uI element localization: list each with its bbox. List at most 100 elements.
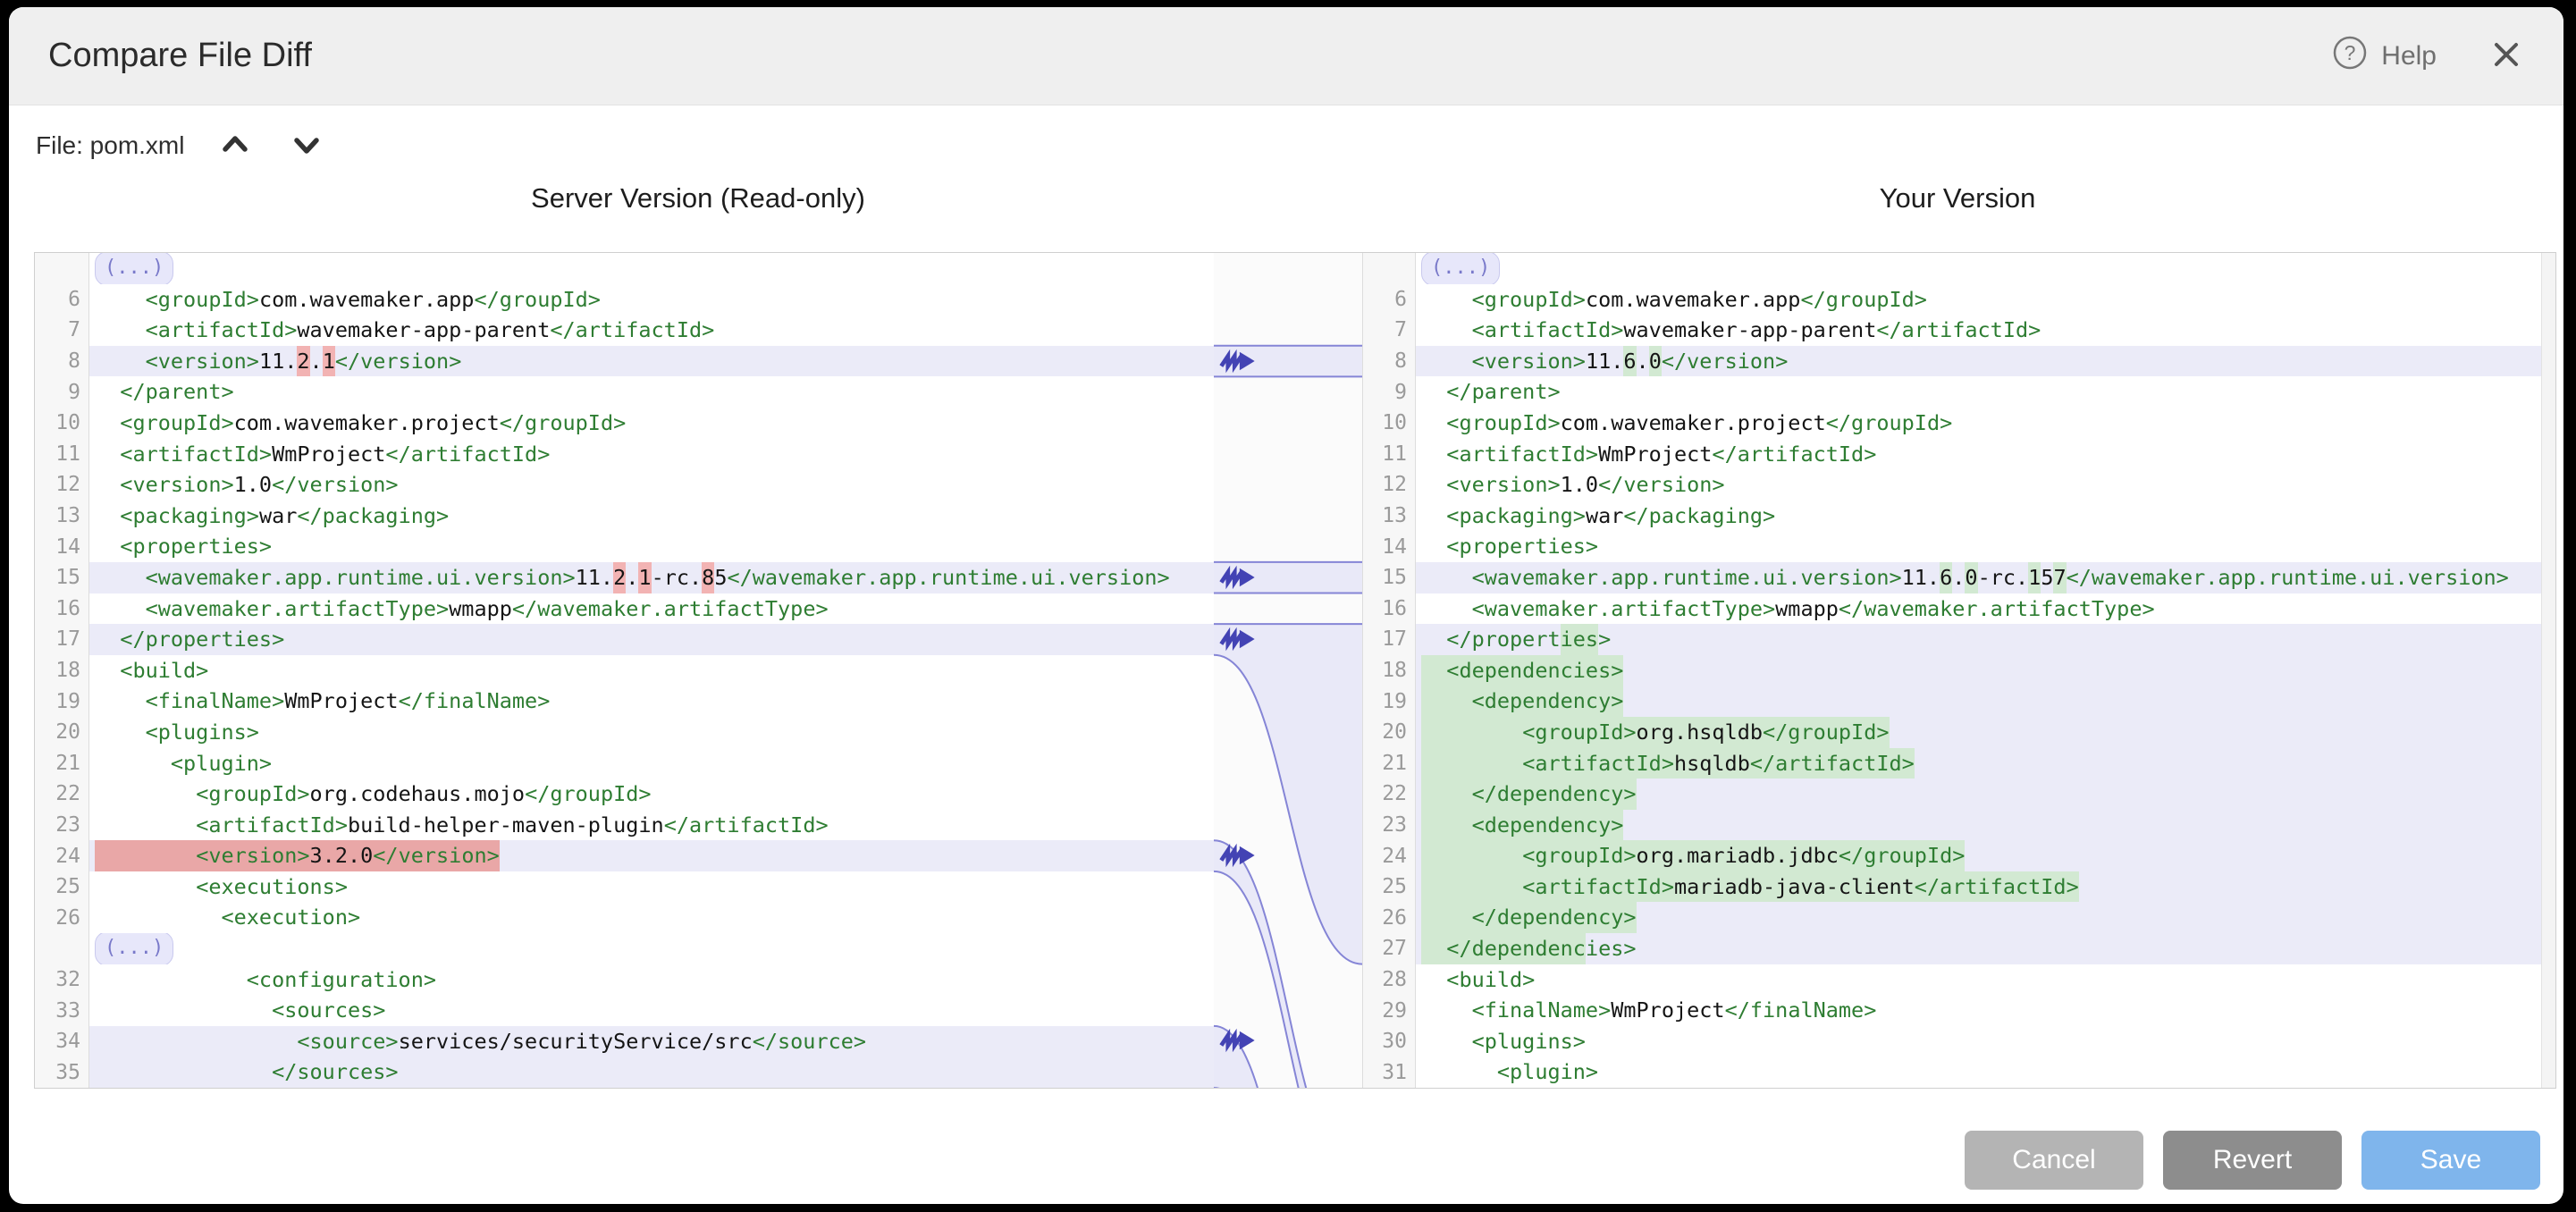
collapsed-region-badge[interactable]: (...) [89,933,1214,964]
code-line[interactable]: <dependency> [1416,686,2541,717]
code-line[interactable]: <artifactId>mariadb-java-client</artifac… [1416,871,2541,903]
line-number: 17 [35,624,88,655]
code-line: <sources> [89,995,1214,1026]
code-line[interactable]: <dependencies> [1416,655,2541,686]
line-number: 32 [35,964,88,996]
code-line: <configuration> [89,964,1214,996]
server-version-code-pane: (...) <groupId>com.wavemaker.app</groupI… [89,253,1214,1088]
collapsed-region-badge[interactable]: (...) [1416,253,2541,284]
line-number: 6 [35,284,88,316]
line-number: 7 [35,315,88,346]
code-line: <build> [89,655,1214,686]
code-line: <artifactId>wavemaker-app-parent</artifa… [89,315,1214,346]
code-line[interactable]: </dependencies> [1416,933,2541,964]
line-number: 8 [1363,346,1415,377]
line-number: 24 [1363,840,1415,871]
vertical-scrollbar[interactable] [2541,253,2555,1088]
line-number: 9 [35,376,88,408]
code-line[interactable]: <artifactId>WmProject</artifactId> [1416,439,2541,470]
chevron-up-icon [218,128,252,164]
code-line: <version>11.2.1</version> [89,346,1214,377]
merge-arrow-button[interactable] [1218,349,1258,374]
code-line: <groupId>org.codehaus.mojo</groupId> [89,779,1214,810]
help-button[interactable]: ? Help [2331,34,2437,79]
merge-arrow-button[interactable] [1218,843,1258,868]
code-line: <finalName>WmProject</finalName> [89,686,1214,717]
line-number: 11 [35,439,88,470]
next-diff-button[interactable] [286,125,327,166]
line-number: 30 [1363,1026,1415,1057]
code-line[interactable]: </dependency> [1416,902,2541,933]
your-version-code-pane[interactable]: (...) <groupId>com.wavemaker.app</groupI… [1416,253,2541,1088]
close-button[interactable] [2488,37,2524,75]
right-line-number-gutter: 6789101112131415161718192021222324252627… [1363,253,1416,1088]
code-line[interactable]: <build> [1416,964,2541,996]
code-line[interactable]: <groupId>com.wavemaker.project</groupId> [1416,408,2541,439]
code-line[interactable]: </parent> [1416,376,2541,408]
help-icon: ? [2331,34,2369,79]
line-number: 11 [1363,439,1415,470]
collapsed-region-badge[interactable]: (...) [89,253,1214,284]
line-number: 22 [1363,779,1415,810]
line-number: 7 [1363,315,1415,346]
code-line[interactable]: <packaging>war</packaging> [1416,501,2541,532]
merge-arrow-button[interactable] [1218,565,1258,590]
code-line[interactable]: <version>1.0</version> [1416,469,2541,501]
code-line[interactable]: <finalName>WmProject</finalName> [1416,995,2541,1026]
code-line[interactable]: <groupId>org.mariadb.jdbc</groupId> [1416,840,2541,871]
line-number: 29 [1363,995,1415,1026]
merge-arrow-button[interactable] [1218,627,1258,652]
line-number: 26 [35,902,88,933]
code-line: <artifactId>WmProject</artifactId> [89,439,1214,470]
line-number: 16 [1363,593,1415,625]
code-line[interactable]: <groupId>org.hsqldb</groupId> [1416,717,2541,748]
diff-editor: 6789101112131415161718192021222324252632… [34,252,2556,1089]
file-navigator: File: pom.xml [36,125,327,166]
line-number: 13 [35,501,88,532]
code-line[interactable]: <plugin> [1416,1056,2541,1088]
code-line[interactable]: <properties> [1416,531,2541,562]
line-number: 22 [35,779,88,810]
line-number: 27 [1363,933,1415,964]
merge-arrow-button[interactable] [1218,1028,1258,1053]
save-button[interactable]: Save [2361,1131,2540,1190]
line-number: 24 [35,840,88,871]
line-number: 15 [35,562,88,593]
cancel-button[interactable]: Cancel [1965,1131,2143,1190]
code-line[interactable]: </dependency> [1416,779,2541,810]
line-number: 6 [1363,284,1415,316]
previous-diff-button[interactable] [215,125,256,166]
code-line[interactable]: <dependency> [1416,810,2541,841]
code-line[interactable]: <version>11.6.0</version> [1416,346,2541,377]
code-line[interactable]: <wavemaker.artifactType>wmapp</wavemaker… [1416,593,2541,625]
merge-connector-zone [1214,253,1363,1088]
right-pane-title: Your Version [1362,182,2553,215]
collapsed-lines-pill[interactable]: (...) [95,253,173,284]
left-line-number-gutter: 6789101112131415161718192021222324252632… [35,253,89,1088]
code-line[interactable]: <artifactId>wavemaker-app-parent</artifa… [1416,315,2541,346]
dialog-header: Compare File Diff ? Help [9,7,2563,105]
line-number: 14 [1363,531,1415,562]
collapsed-lines-pill[interactable]: (...) [1421,253,1500,284]
code-line[interactable]: </properties> [1416,624,2541,655]
line-number: 18 [35,655,88,686]
line-number: 8 [35,346,88,377]
code-line[interactable]: <wavemaker.app.runtime.ui.version>11.6.0… [1416,562,2541,593]
line-number: 10 [35,408,88,439]
code-line[interactable]: <groupId>com.wavemaker.app</groupId> [1416,284,2541,316]
line-number: 12 [35,469,88,501]
line-number: 16 [35,593,88,625]
compare-file-diff-dialog: Compare File Diff ? Help File: pom.xml [9,7,2563,1204]
collapsed-lines-pill[interactable]: (...) [95,933,173,964]
line-number: 15 [1363,562,1415,593]
code-line: </properties> [89,624,1214,655]
revert-button[interactable]: Revert [2163,1131,2342,1190]
line-number: 23 [35,810,88,841]
svg-text:?: ? [2344,41,2356,64]
line-number: 20 [1363,717,1415,748]
code-line[interactable]: <artifactId>hsqldb</artifactId> [1416,748,2541,779]
code-line: <execution> [89,902,1214,933]
line-number: 23 [1363,810,1415,841]
footer-actions: Cancel Revert Save [1965,1131,2540,1190]
code-line[interactable]: <plugins> [1416,1026,2541,1057]
